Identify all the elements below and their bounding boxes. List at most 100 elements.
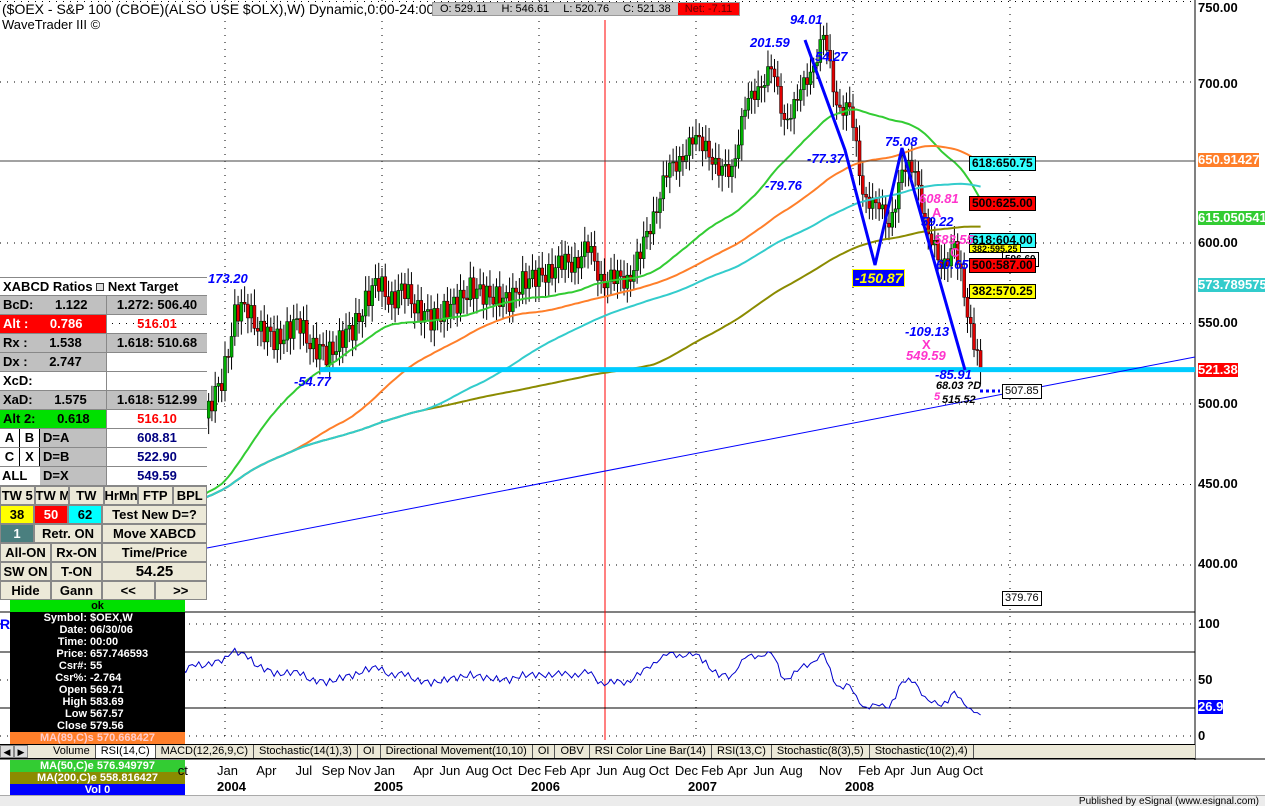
candle-body — [367, 290, 371, 306]
candle-body — [736, 144, 741, 159]
candle-body — [278, 328, 283, 345]
candle-body — [560, 255, 564, 270]
tab-oi-2[interactable]: OI — [533, 745, 556, 758]
data-window-row: Csr#: 55 — [10, 660, 185, 672]
candle-body — [406, 284, 410, 299]
fib-62-button[interactable]: 62 — [68, 505, 102, 524]
point-x-button[interactable]: X — [20, 448, 40, 466]
sw-on-button[interactable]: SW ON — [0, 562, 51, 581]
target-box: 507.85 — [1002, 384, 1042, 399]
x-tick-label: Sep — [321, 763, 345, 778]
x-tick-label: Jan — [217, 763, 238, 778]
candle-body — [409, 284, 414, 305]
x-year-label: 2008 — [845, 779, 874, 794]
tw-button[interactable]: TW — [69, 486, 104, 505]
all-button[interactable]: ALL — [0, 467, 40, 485]
tab-obv[interactable]: OBV — [555, 745, 590, 758]
x-tick-label: Jun — [439, 763, 461, 778]
candle-body — [373, 278, 378, 286]
tab-rsi-13[interactable]: RSI(13,C) — [712, 745, 772, 758]
candle-body — [341, 330, 345, 348]
candle-body — [854, 127, 859, 142]
time-price-button[interactable]: Time/Price — [102, 543, 207, 562]
candle-body — [393, 291, 397, 309]
x-tick-label: Dec — [517, 763, 542, 778]
ratio-row-rx: Rx : 1.538 1.618: 510.68 — [0, 334, 207, 353]
move-xabcd-button[interactable]: Move XABCD — [102, 524, 207, 543]
ratio-value: 1.538 — [49, 335, 82, 350]
wave-annotation: 68.03 ?D — [936, 380, 982, 392]
x-tick-label: Jul — [295, 763, 313, 778]
tab-rsi-color-line-bar[interactable]: RSI Color Line Bar(14) — [590, 745, 712, 758]
test-new-d-button[interactable]: Test New D=? — [102, 505, 207, 524]
candle-body — [452, 296, 456, 305]
tab-directional-movement[interactable]: Directional Movement(10,10) — [381, 745, 533, 758]
x-tick-label: Jan — [374, 763, 395, 778]
fib-38-button[interactable]: 38 — [0, 505, 34, 524]
tab-stochastic-14[interactable]: Stochastic(14(1),3) — [254, 745, 358, 758]
candle-body — [730, 165, 734, 177]
candle-body — [821, 34, 826, 40]
candle-body — [897, 182, 901, 210]
candle-body — [645, 230, 649, 238]
x-tick-label: Nov — [347, 763, 371, 778]
row-value: -2.764 — [90, 672, 122, 684]
candle-body — [242, 301, 247, 305]
candle-body — [481, 284, 486, 305]
tw5-button[interactable]: TW 5 — [0, 486, 35, 505]
candle-body — [550, 264, 554, 279]
candle-body — [772, 68, 777, 78]
row-value: 00:00 — [90, 636, 119, 648]
x-year-label: 2004 — [217, 779, 246, 794]
x-year-label: 2005 — [374, 779, 403, 794]
candle-body — [396, 290, 401, 309]
candle-body — [733, 158, 737, 167]
twm-button[interactable]: TW M — [34, 486, 69, 505]
net-change: Net: -7.11 — [677, 3, 740, 15]
tab-stochastic-8[interactable]: Stochastic(8(3),5) — [772, 745, 870, 758]
d-equals-a-button[interactable]: D=A — [40, 429, 69, 447]
bpl-button[interactable]: BPL — [172, 486, 207, 505]
tab-oi[interactable]: OI — [358, 745, 381, 758]
candle-body — [638, 251, 643, 259]
candle-body — [615, 270, 620, 285]
row-value: $OEX,W — [90, 612, 133, 624]
next-target-checkbox[interactable] — [96, 283, 105, 291]
row-key: Time: — [57, 636, 87, 648]
candle-body — [412, 303, 417, 314]
level-1-button[interactable]: 1 — [0, 524, 34, 543]
target-box: 382:570.25 — [969, 284, 1036, 299]
status-bar: Published by eSignal (www.esignal.com) — [0, 795, 1265, 807]
next-button[interactable]: >> — [154, 581, 207, 600]
ftp-button[interactable]: FTP — [138, 486, 173, 505]
ma50-line — [100, 108, 982, 529]
point-c-button[interactable]: C — [0, 448, 20, 466]
tab-stochastic-10[interactable]: Stochastic(10(2),4) — [870, 745, 974, 758]
ratio-row-xcd: XcD: — [0, 372, 207, 391]
rx-on-button[interactable]: Rx-ON — [51, 543, 102, 562]
candle-body — [805, 77, 809, 85]
candle-body — [324, 345, 329, 366]
x-tick-label: Feb — [701, 763, 724, 778]
candle-body — [563, 253, 567, 270]
retr-on-button[interactable]: Retr. ON — [34, 524, 102, 543]
t-on-button[interactable]: T-ON — [51, 562, 102, 581]
chart-subtitle: WaveTrader III © — [2, 17, 101, 32]
hide-button[interactable]: Hide — [0, 581, 51, 600]
hrmn-button[interactable]: HrMn — [103, 486, 138, 505]
candle-body — [664, 175, 669, 178]
candle-body — [619, 270, 623, 277]
candle-body — [612, 269, 616, 285]
prev-button[interactable]: << — [102, 581, 155, 600]
point-b-button[interactable]: B — [20, 429, 40, 447]
row-value: 579.56 — [90, 720, 124, 732]
fib-50-button[interactable]: 50 — [34, 505, 68, 524]
d-equals-x-button[interactable]: D=X — [40, 467, 69, 485]
all-on-button[interactable]: All-ON — [0, 543, 51, 562]
point-a-button[interactable]: A — [0, 429, 20, 447]
candle-body — [249, 305, 253, 319]
row-key: Symbol: — [43, 612, 87, 624]
gann-button[interactable]: Gann — [51, 581, 102, 600]
data-window-row: Symbol: $OEX,W — [10, 612, 185, 624]
d-equals-b-button[interactable]: D=B — [40, 448, 69, 466]
